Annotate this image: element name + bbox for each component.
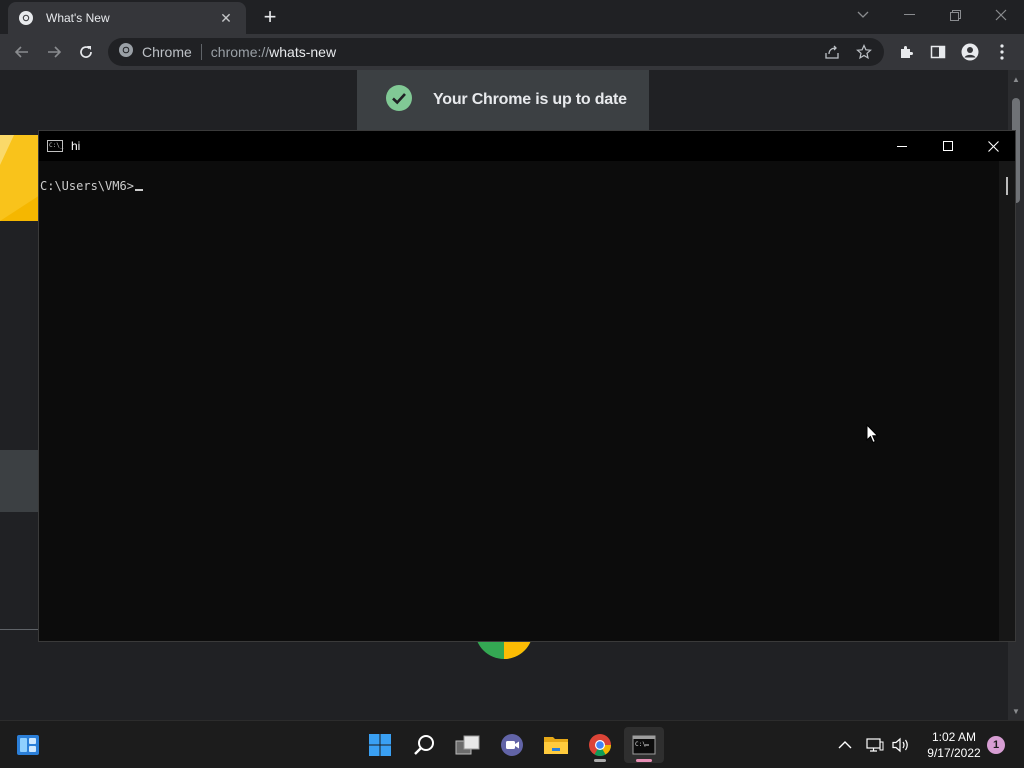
taskbar: C:\ 1:02 AM 9/17/2022 1 xyxy=(0,720,1024,768)
show-hidden-icons[interactable] xyxy=(838,721,852,768)
console-prompt-line: C:\Users\VM6> xyxy=(40,179,999,193)
update-status-toast: Your Chrome is up to date xyxy=(357,70,649,130)
update-status-text: Your Chrome is up to date xyxy=(433,91,627,108)
console-minimize-icon[interactable] xyxy=(879,131,925,161)
clock-date: 9/17/2022 xyxy=(927,746,981,760)
chrome-icon xyxy=(118,42,134,63)
tab-whats-new[interactable]: What's New ✕ xyxy=(8,2,246,34)
divider xyxy=(0,629,40,630)
scroll-down-icon[interactable]: ▼ xyxy=(1008,704,1024,718)
tab-title: What's New xyxy=(46,11,110,25)
chrome-icon[interactable] xyxy=(580,727,620,763)
close-tab-icon[interactable]: ✕ xyxy=(216,8,236,28)
menu-kebab-icon[interactable] xyxy=(988,38,1016,66)
minimize-icon[interactable] xyxy=(886,0,932,30)
chrome-icon xyxy=(18,10,34,26)
browser-tabstrip: What's New ✕ + xyxy=(0,0,1024,34)
mouse-pointer-icon xyxy=(866,423,880,444)
search-icon[interactable] xyxy=(404,727,444,763)
console-app-icon: C:\_ xyxy=(47,140,63,152)
reload-icon[interactable] xyxy=(72,38,100,66)
task-view-icon[interactable] xyxy=(448,727,488,763)
svg-text:C:\: C:\ xyxy=(635,741,646,748)
console-window[interactable]: C:\_ hi C:\Users\VM6> xyxy=(38,130,1016,642)
url-host: whats-new xyxy=(269,44,337,60)
file-explorer-icon[interactable] xyxy=(536,727,576,763)
feature-card[interactable] xyxy=(0,450,40,512)
widgets-icon[interactable] xyxy=(8,727,48,763)
omnibox-separator xyxy=(200,44,202,60)
check-circle-icon xyxy=(385,84,413,117)
clock-time: 1:02 AM xyxy=(931,730,977,744)
share-icon[interactable] xyxy=(816,44,848,60)
feature-card-image xyxy=(0,135,40,221)
address-bar[interactable]: Chrome chrome:// whats-new xyxy=(108,38,884,66)
console-titlebar[interactable]: C:\_ hi xyxy=(39,131,1015,161)
new-tab-button[interactable]: + xyxy=(258,4,282,29)
tab-search-icon[interactable] xyxy=(840,0,886,30)
notification-badge[interactable]: 1 xyxy=(987,736,1005,754)
network-icon[interactable] xyxy=(866,721,884,768)
extensions-icon[interactable] xyxy=(892,38,920,66)
console-scroll-thumb[interactable] xyxy=(1006,177,1008,195)
close-window-icon[interactable] xyxy=(978,0,1024,30)
bookmark-star-icon[interactable] xyxy=(848,44,880,60)
text-cursor xyxy=(134,189,143,191)
start-icon[interactable] xyxy=(360,727,400,763)
restore-icon[interactable] xyxy=(932,0,978,30)
side-panel-icon[interactable] xyxy=(924,38,952,66)
profile-icon[interactable] xyxy=(956,38,984,66)
scroll-up-icon[interactable]: ▲ xyxy=(1008,72,1024,86)
console-scrollbar[interactable] xyxy=(999,161,1015,641)
console-close-icon[interactable] xyxy=(970,131,1016,161)
back-icon[interactable] xyxy=(8,38,36,66)
omnibox-chip: Chrome xyxy=(142,44,192,60)
console-title: hi xyxy=(71,139,81,153)
desktop: What's New ✕ + Chrome chrome:// whats-ne… xyxy=(0,0,1024,768)
chat-icon[interactable] xyxy=(492,727,532,763)
running-indicator xyxy=(594,759,606,762)
console-maximize-icon[interactable] xyxy=(925,131,971,161)
forward-icon[interactable] xyxy=(40,38,68,66)
terminal-icon[interactable]: C:\ xyxy=(624,727,664,763)
volume-icon[interactable] xyxy=(892,721,910,768)
system-clock[interactable]: 1:02 AM 9/17/2022 xyxy=(912,729,996,761)
console-prompt: C:\Users\VM6> xyxy=(40,179,134,193)
browser-toolbar: Chrome chrome:// whats-new xyxy=(0,34,1024,70)
console-output[interactable]: C:\Users\VM6> xyxy=(39,161,999,641)
url-scheme: chrome:// xyxy=(210,44,270,60)
active-indicator xyxy=(636,759,652,762)
